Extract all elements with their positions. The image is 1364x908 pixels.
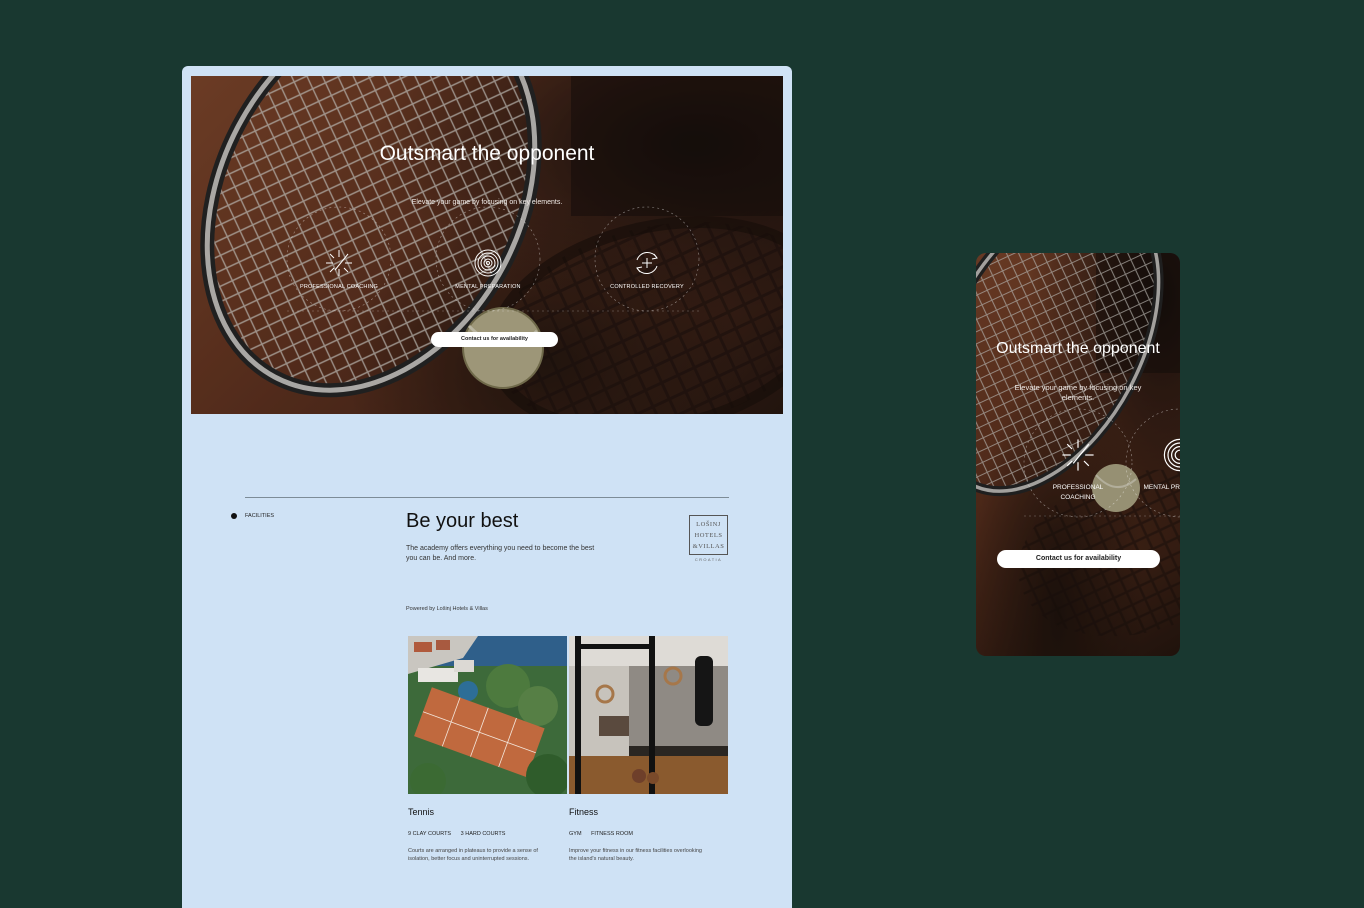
mobile-feature-professional-coaching: PROFESSIONAL COACHING: [1038, 437, 1118, 503]
feature-label: MENTAL PREPARATION: [455, 284, 521, 290]
tennis-racket-illustration: [191, 76, 783, 414]
desktop-preview: Outsmart the opponent Elevate your game …: [182, 66, 792, 908]
tag: 9 CLAY COURTS: [408, 831, 452, 837]
logo-line: &VILLAS: [692, 543, 725, 550]
contact-availability-button[interactable]: Contact us for availability: [431, 332, 558, 347]
mobile-feature-mental-preparation: MENTAL PREPARATION: [1140, 437, 1180, 493]
fitness-card-title: Fitness: [569, 807, 599, 817]
logo-line: HOTELS: [694, 532, 723, 539]
feature-label: CONTROLLED RECOVERY: [610, 284, 684, 290]
spark-icon: [1062, 439, 1094, 471]
fitness-room-photo: [569, 636, 728, 794]
logo-line: LOŠINJ: [696, 521, 721, 528]
tennis-courts-photo: [408, 636, 567, 794]
tag: GYM: [569, 831, 582, 837]
losinj-hotels-logo: LOŠINJ HOTELS &VILLAS: [689, 515, 728, 555]
hero-subtitle: Elevate your game by focusing on key ele…: [411, 199, 563, 206]
feature-mental-preparation: MENTAL PREPARATION: [418, 248, 558, 290]
tennis-card-title: Tennis: [408, 807, 435, 817]
powered-by-text: Powered by Lošinj Hotels & Villas: [406, 606, 488, 612]
section-description: The academy offers everything you need t…: [406, 545, 595, 562]
tennis-card-description: Courts are arranged in plateaus to provi…: [408, 848, 538, 862]
feature-label: PROFESSIONAL COACHING: [1052, 484, 1104, 501]
target-icon: [474, 249, 502, 277]
mobile-contact-availability-button[interactable]: Contact us for availability: [997, 550, 1160, 568]
aerial-tennis-image: [408, 636, 567, 794]
feature-label: MENTAL PREPARATION: [1143, 484, 1180, 491]
gym-image: [569, 636, 728, 794]
mobile-hero-subtitle: Elevate your game by focusing on key ele…: [1014, 383, 1142, 402]
tag: FITNESS ROOM: [591, 831, 633, 837]
hero-section: Outsmart the opponent Elevate your game …: [191, 76, 783, 414]
section-bullet: [231, 513, 237, 519]
section-label: FACILITIES: [245, 513, 275, 519]
section-divider: [245, 497, 729, 498]
logo-country: CROATIA: [694, 557, 723, 562]
spark-icon: [326, 250, 352, 276]
recovery-cycle-icon: [636, 252, 658, 274]
mobile-hero-title: Outsmart the opponent: [996, 340, 1160, 357]
fitness-card-description: Improve your fitness in our fitness faci…: [569, 848, 702, 862]
tennis-card-tags: 9 CLAY COURTS 3 HARD COURTS: [408, 831, 513, 837]
section-title: Be your best: [406, 510, 519, 532]
feature-label: PROFESSIONAL COACHING: [300, 284, 378, 290]
hero-title: Outsmart the opponent: [379, 142, 595, 165]
mobile-preview: Outsmart the opponent Elevate your game …: [976, 253, 1180, 656]
feature-controlled-recovery: CONTROLLED RECOVERY: [577, 248, 717, 290]
target-icon: [1163, 438, 1180, 472]
fitness-card-tags: GYM FITNESS ROOM: [569, 831, 641, 837]
tag: 3 HARD COURTS: [460, 831, 506, 837]
feature-professional-coaching: PROFESSIONAL COACHING: [269, 248, 409, 290]
